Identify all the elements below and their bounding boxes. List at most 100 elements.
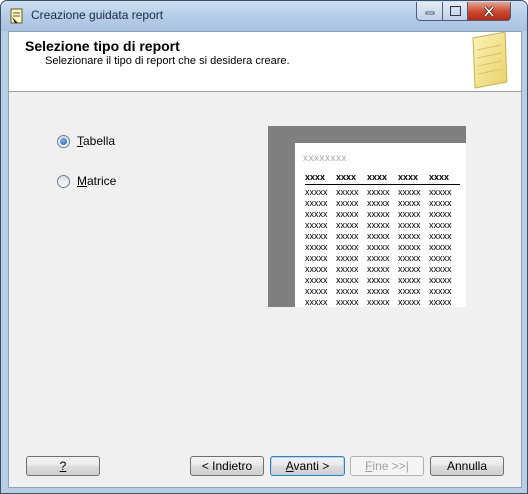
preview-header-divider <box>305 184 460 185</box>
minimize-button[interactable] <box>416 2 443 21</box>
cancel-button[interactable]: Annulla <box>430 456 504 476</box>
preview-cell: xxxxx <box>429 275 452 285</box>
preview-cell: xxxxx <box>398 297 421 307</box>
preview-row: xxxxx xxxxx xxxxx xxxxx xxxxx <box>305 286 460 297</box>
preview-cell: xxxxx <box>398 286 421 296</box>
preview-cell: xxxxx <box>367 220 390 230</box>
preview-row: xxxxx xxxxx xxxxx xxxxx xxxxx <box>305 242 460 253</box>
tabella-label: Tabella <box>77 134 116 148</box>
preview-cell: xxxxx <box>336 187 359 197</box>
preview-cell: xxxxx <box>367 187 390 197</box>
wizard-window: Creazione guidata report Selezione tipo … <box>0 0 528 494</box>
preview-row: xxxxx xxxxx xxxxx xxxxx xxxxx <box>305 275 460 286</box>
preview-cell: xxxxx <box>398 275 421 285</box>
window-title: Creazione guidata report <box>31 8 164 22</box>
preview-cell: xxxxx <box>398 209 421 219</box>
preview-cell: xxxxx <box>305 264 328 274</box>
maximize-icon <box>449 6 461 16</box>
preview-cell: xxxxx <box>336 209 359 219</box>
preview-row: xxxxx xxxxx xxxxx xxxxx xxxxx <box>305 187 460 198</box>
back-button[interactable]: < Indietro <box>190 456 264 476</box>
preview-row: xxxxx xxxxx xxxxx xxxxx xxxxx <box>305 253 460 264</box>
preview-header-cell: xxxx <box>429 172 450 182</box>
preview-cell: xxxxx <box>336 198 359 208</box>
preview-cell: xxxxx <box>429 209 452 219</box>
notepad-icon <box>472 32 508 89</box>
preview-cell: xxxxx <box>305 253 328 263</box>
preview-cell: xxxxx <box>398 187 421 197</box>
preview-cell: xxxxx <box>398 253 421 263</box>
preview-row: xxxxx xxxxx xxxxx xxxxx xxxxx <box>305 220 460 231</box>
preview-cell: xxxxx <box>367 231 390 241</box>
preview-cell: xxxxx <box>429 242 452 252</box>
preview-cell: xxxxx <box>429 187 452 197</box>
preview-title: xxxxxxxx <box>303 153 347 164</box>
matrice-radio[interactable] <box>57 174 70 188</box>
preview-cell: xxxxx <box>367 297 390 307</box>
title-bar[interactable]: Creazione guidata report <box>1 1 527 31</box>
preview-cell: xxxxx <box>429 253 452 263</box>
tabella-radio[interactable] <box>57 134 70 148</box>
preview-cell: xxxxx <box>367 275 390 285</box>
preview-paper: xxxxxxxx xxxx xxxx xxxx xxxx xxxx xxxxx xxxxx x… <box>295 143 466 307</box>
report-wizard-icon <box>10 8 23 24</box>
preview-cell: xxxxx <box>429 286 452 296</box>
preview-table: xxxx xxxx xxxx xxxx xxxx xxxxx xxxxx xxxxx xxxxx… <box>305 172 460 307</box>
preview-header-cell: xxxx <box>398 172 419 182</box>
preview-row: xxxxx xxxxx xxxxx xxxxx xxxxx <box>305 297 460 307</box>
preview-cell: xxxxx <box>398 220 421 230</box>
preview-cell: xxxxx <box>305 187 328 197</box>
preview-header-cell: xxxx <box>367 172 388 182</box>
preview-cell: xxxxx <box>305 220 328 230</box>
preview-cell: xxxxx <box>305 275 328 285</box>
preview-row: xxxxx xxxxx xxxxx xxxxx xxxxx <box>305 209 460 220</box>
preview-cell: xxxxx <box>398 231 421 241</box>
matrice-label: Matrice <box>77 174 117 188</box>
preview-header-cell: xxxx <box>305 172 326 182</box>
preview-cell: xxxxx <box>367 242 390 252</box>
preview-header-row: xxxx xxxx xxxx xxxx xxxx <box>305 172 460 183</box>
maximize-button[interactable] <box>442 2 468 21</box>
preview-cell: xxxxx <box>336 297 359 307</box>
minimize-icon <box>425 11 434 15</box>
preview-cell: xxxxx <box>367 286 390 296</box>
preview-row: xxxxx xxxxx xxxxx xxxxx xxxxx <box>305 231 460 242</box>
preview-cell: xxxxx <box>367 198 390 208</box>
help-label: ? <box>59 459 67 473</box>
preview-cell: xxxxx <box>429 231 452 241</box>
preview-cell: xxxxx <box>305 198 328 208</box>
preview-cell: xxxxx <box>429 264 452 274</box>
finish-button[interactable]: Fine >>| <box>350 456 424 476</box>
preview-cell: xxxxx <box>367 253 390 263</box>
preview-cell: xxxxx <box>429 220 452 230</box>
preview-row: xxxxx xxxxx xxxxx xxxxx xxxxx <box>305 198 460 209</box>
preview-cell: xxxxx <box>336 264 359 274</box>
preview-cell: xxxxx <box>305 231 328 241</box>
help-button[interactable]: ? <box>26 456 100 476</box>
preview-cell: xxxxx <box>336 286 359 296</box>
preview-cell: xxxxx <box>336 231 359 241</box>
option-matrice[interactable]: Matrice <box>57 174 116 188</box>
preview-row: xxxxx xxxxx xxxxx xxxxx xxxxx <box>305 264 460 275</box>
preview-cell: xxxxx <box>305 286 328 296</box>
preview-header-cell: xxxx <box>336 172 357 182</box>
page-title: Selezione tipo di report <box>25 38 180 54</box>
preview-cell: xxxxx <box>336 242 359 252</box>
report-preview: xxxxxxxx xxxx xxxx xxxx xxxx xxxx xxxxx xxxxx x… <box>268 126 466 307</box>
preview-cell: xxxxx <box>429 297 452 307</box>
preview-cell: xxxxx <box>367 264 390 274</box>
preview-cell: xxxxx <box>398 198 421 208</box>
close-button[interactable] <box>467 2 511 21</box>
preview-cell: xxxxx <box>305 242 328 252</box>
page-subtitle: Selezionare il tipo di report che si des… <box>45 55 290 67</box>
preview-cell: xxxxx <box>336 253 359 263</box>
preview-cell: xxxxx <box>305 297 328 307</box>
wizard-header: Selezione tipo di report Selezionare il … <box>9 32 521 92</box>
next-button[interactable]: Avanti > <box>270 456 345 476</box>
next-label: Avanti > <box>285 459 330 473</box>
preview-cell: xxxxx <box>398 242 421 252</box>
preview-cell: xxxxx <box>429 198 452 208</box>
option-tabella[interactable]: Tabella <box>57 134 115 148</box>
close-icon <box>483 5 495 17</box>
preview-cell: xxxxx <box>367 209 390 219</box>
